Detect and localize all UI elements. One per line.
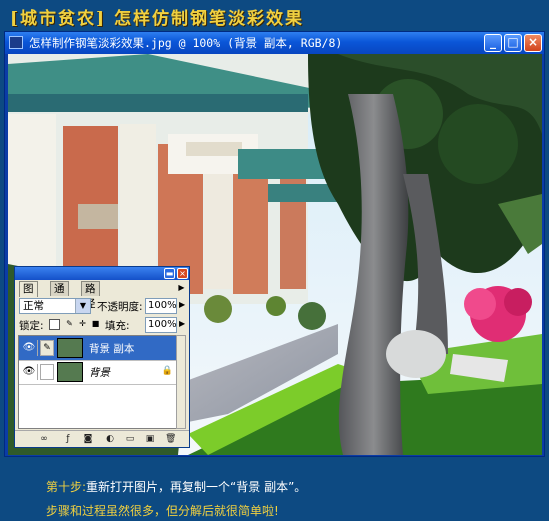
close-button[interactable]: ×: [524, 34, 542, 52]
layer-list-scrollbar[interactable]: [176, 335, 186, 429]
link-slot-icon[interactable]: [40, 364, 54, 380]
lock-all-icon[interactable]: ■: [90, 319, 101, 330]
blend-mode-select[interactable]: 正常 ▼: [19, 298, 91, 314]
blend-mode-value: 正常: [23, 300, 44, 312]
opacity-input[interactable]: 100%: [145, 298, 177, 314]
link-icon[interactable]: ∞: [39, 434, 49, 444]
tab-paths[interactable]: 路径: [81, 281, 100, 310]
layer-list: 👁 ✎ 背景 副本 👁 背景 🔒: [18, 335, 178, 429]
opacity-arrow-icon[interactable]: ▶: [179, 300, 185, 309]
brush-icon[interactable]: ✎: [40, 340, 54, 356]
fill-label: 填充:: [105, 320, 130, 332]
step-caption: 第十步:重新打开图片，再复制一个“背景 副本”。: [46, 478, 306, 495]
step-text: 重新打开图片，再复制一个“背景 副本”。: [86, 480, 307, 494]
eye-icon[interactable]: 👁: [21, 340, 38, 356]
layer-row-background[interactable]: 👁 背景 🔒: [19, 360, 177, 385]
photoshop-doc-icon: [9, 36, 23, 49]
banner-title: [城市贫农] 怎样仿制钢笔淡彩效果: [10, 9, 305, 29]
layers-panel-header[interactable]: ▬ ×: [15, 267, 189, 280]
summary-caption: 步骤和过程虽然很多，但分解后就很简单啦!: [46, 504, 279, 518]
new-set-icon[interactable]: ▭: [125, 434, 135, 444]
window-titlebar[interactable]: 怎样制作钢笔淡彩效果.jpg @ 100% (背景 副本, RGB/8) _ □…: [5, 32, 544, 54]
lock-brush-icon[interactable]: ✎: [64, 319, 75, 330]
lock-label: 锁定:: [19, 320, 44, 332]
layer-thumbnail: [57, 362, 83, 382]
layer-style-icon[interactable]: ƒ: [63, 434, 73, 444]
layer-thumbnail: [57, 338, 83, 358]
lock-move-icon[interactable]: ✛: [77, 319, 88, 330]
panel-minimize-button[interactable]: ▬: [164, 268, 175, 279]
layer-name[interactable]: 背景: [89, 365, 110, 380]
tab-channels[interactable]: 通道: [50, 281, 69, 310]
lock-icon: 🔒: [161, 366, 173, 376]
panel-close-button[interactable]: ×: [177, 268, 188, 279]
trash-icon[interactable]: 🗑: [165, 434, 176, 444]
minimize-button[interactable]: _: [484, 34, 502, 52]
layers-bottom-toolbar: ∞ ƒ ◙ ◐ ▭ ▣ 🗑: [15, 430, 189, 447]
step-label: 第十步:: [46, 480, 87, 494]
maximize-button[interactable]: □: [504, 34, 522, 52]
layer-name[interactable]: 背景 副本: [89, 341, 134, 356]
mask-icon[interactable]: ◙: [83, 434, 93, 444]
fill-adjust-icon[interactable]: ◐: [105, 434, 115, 444]
panel-menu-arrow-icon[interactable]: ▶: [177, 283, 186, 293]
new-layer-icon[interactable]: ▣: [145, 434, 155, 444]
window-title: 怎样制作钢笔淡彩效果.jpg @ 100% (背景 副本, RGB/8): [29, 36, 343, 50]
chevron-down-icon: ▼: [75, 299, 90, 313]
lock-transparency-icon[interactable]: [49, 319, 60, 330]
tab-layers[interactable]: 图层: [19, 281, 38, 310]
fill-input[interactable]: 100%: [145, 317, 177, 333]
layer-row-background-copy[interactable]: 👁 ✎ 背景 副本: [19, 336, 177, 361]
fill-arrow-icon[interactable]: ▶: [179, 319, 185, 328]
opacity-label: 不透明度:: [97, 301, 143, 313]
eye-icon[interactable]: 👁: [21, 364, 38, 380]
layers-panel: ▬ × 图层 通道 路径 ▶ 正常 ▼ 不透明度: 100% ▶ 锁定: ✎ ✛…: [14, 266, 190, 448]
